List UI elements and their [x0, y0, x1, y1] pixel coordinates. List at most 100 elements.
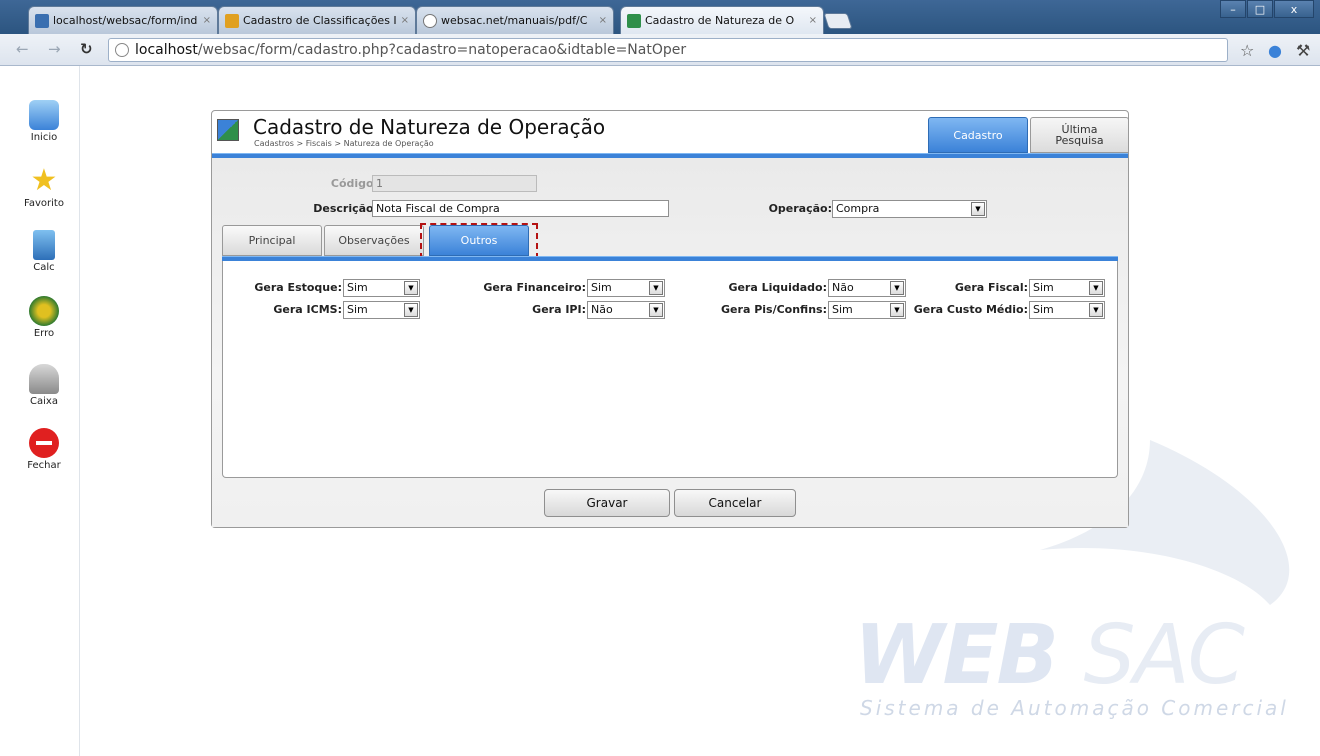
form-icon: [217, 119, 239, 143]
close-icon: [29, 428, 59, 458]
gera-estoque-label: Gera Estoque:: [254, 281, 342, 294]
reload-icon[interactable]: ↻: [80, 40, 93, 58]
maximize-button[interactable]: □: [1247, 0, 1273, 18]
codigo-label: Código:: [330, 177, 378, 190]
operacao-select[interactable]: Compra ▼: [832, 200, 987, 218]
sidebar-item-label: Inicio: [30, 132, 58, 143]
gera-estoque-value: Sim: [347, 281, 368, 294]
chevron-down-icon[interactable]: ▼: [404, 303, 418, 317]
tab-observacoes[interactable]: Observações: [324, 225, 424, 256]
chevron-down-icon[interactable]: ▼: [1089, 303, 1103, 317]
tab-close-icon[interactable]: ×: [401, 15, 409, 26]
descricao-label: Descrição:: [313, 202, 378, 215]
sidebar-item-label: Caixa: [30, 396, 58, 407]
watermark-brand-bold: WEB: [854, 608, 1059, 703]
descricao-field[interactable]: Nota Fiscal de Compra: [372, 200, 669, 217]
forward-arrow-icon[interactable]: →: [48, 40, 61, 58]
chevron-down-icon[interactable]: ▼: [890, 281, 904, 295]
gera-liquidado-label: Gera Liquidado:: [728, 281, 827, 294]
gera-financeiro-select[interactable]: Sim ▼: [587, 279, 665, 297]
codigo-field: 1: [372, 175, 537, 192]
wrench-icon[interactable]: ⚒: [1296, 41, 1310, 60]
watermark-tagline: Sistema de Automação Comercial: [860, 696, 1289, 720]
browser-tab-3[interactable]: websac.net/manuais/pdf/C ×: [416, 6, 614, 34]
globe-icon: [115, 43, 129, 57]
tab-close-icon[interactable]: ×: [203, 15, 211, 26]
tab-close-icon[interactable]: ×: [809, 15, 817, 26]
sidebar-item-erro[interactable]: Erro: [8, 296, 80, 339]
gera-financeiro-label: Gera Financeiro:: [483, 281, 586, 294]
address-bar[interactable]: localhost/websac/form/cadastro.php?cadas…: [108, 38, 1228, 62]
gera-icms-label: Gera ICMS:: [273, 303, 342, 316]
gera-liquidado-value: Não: [832, 281, 854, 294]
save-button[interactable]: Gravar: [544, 489, 670, 517]
cancel-button[interactable]: Cancelar: [674, 489, 796, 517]
gera-pis-confins-label: Gera Pis/Confins:: [721, 303, 827, 316]
chevron-down-icon[interactable]: ▼: [971, 202, 985, 216]
gera-estoque-select[interactable]: Sim ▼: [343, 279, 420, 297]
form-panel: Cadastro de Natureza de Operação Cadastr…: [211, 110, 1129, 528]
sidebar-item-label: Fechar: [27, 460, 61, 471]
bug-icon: [29, 296, 59, 326]
chevron-down-icon[interactable]: ▼: [649, 303, 663, 317]
sidebar-item-inicio[interactable]: Inicio: [8, 100, 80, 143]
chevron-down-icon[interactable]: ▼: [1089, 281, 1103, 295]
calculator-icon: [33, 230, 55, 260]
gera-ipi-select[interactable]: Não ▼: [587, 301, 665, 319]
browser-tab-label: localhost/websac/form/ind: [53, 14, 198, 27]
sidebar-item-label: Calc: [33, 262, 55, 273]
gera-liquidado-select[interactable]: Não ▼: [828, 279, 906, 297]
browser-tab-2[interactable]: Cadastro de Classificações I ×: [218, 6, 416, 34]
site-favicon-icon: [35, 13, 49, 28]
operacao-value: Compra: [836, 202, 880, 215]
sidebar-item-favorito[interactable]: ★ Favorito: [8, 163, 80, 210]
watermark-brand: WEB SAC: [854, 608, 1245, 703]
browser-tab-4-active[interactable]: Cadastro de Natureza de O ×: [620, 6, 824, 34]
watermark-brand-thin: SAC: [1083, 608, 1245, 703]
chevron-down-icon[interactable]: ▼: [404, 281, 418, 295]
bookmark-star-icon[interactable]: ☆: [1240, 41, 1254, 60]
tab-label-line2: Pesquisa: [1055, 134, 1104, 147]
home-icon: [29, 100, 59, 130]
tab-ultima-pesquisa[interactable]: Última Pesquisa: [1030, 117, 1129, 153]
mailbox-icon: [29, 364, 59, 394]
launcher-sidebar: Inicio ★ Favorito Calc Erro Caixa Fechar: [8, 66, 80, 756]
chevron-down-icon[interactable]: ▼: [649, 281, 663, 295]
extension-icon[interactable]: ●: [1268, 41, 1282, 60]
gera-custo-medio-label: Gera Custo Médio:: [913, 303, 1028, 316]
gera-fiscal-label: Gera Fiscal:: [954, 281, 1028, 294]
url-host: localhost: [135, 42, 198, 58]
url-path: /websac/form/cadastro.php?cadastro=natop…: [197, 42, 687, 58]
browser-titlebar: localhost/websac/form/ind × Cadastro de …: [0, 0, 1320, 34]
sidebar-item-calc[interactable]: Calc: [8, 230, 80, 273]
site-favicon-icon: [627, 13, 641, 28]
browser-tab-label: websac.net/manuais/pdf/C: [441, 14, 588, 27]
globe-icon: [423, 13, 437, 28]
close-window-button[interactable]: x: [1274, 0, 1314, 18]
gera-pis-confins-select[interactable]: Sim ▼: [828, 301, 906, 319]
browser-tab-label: Cadastro de Classificações I: [243, 14, 397, 27]
new-tab-button[interactable]: [823, 13, 853, 29]
minimize-button[interactable]: –: [1220, 0, 1246, 18]
gera-financeiro-value: Sim: [591, 281, 612, 294]
star-icon: ★: [30, 163, 58, 198]
gera-icms-select[interactable]: Sim ▼: [343, 301, 420, 319]
back-arrow-icon[interactable]: ←: [16, 40, 29, 58]
gera-fiscal-select[interactable]: Sim ▼: [1029, 279, 1105, 297]
tab-cadastro[interactable]: Cadastro: [928, 117, 1028, 153]
browser-tab-label: Cadastro de Natureza de O: [645, 14, 795, 27]
gera-pis-confins-value: Sim: [832, 303, 853, 316]
gera-fiscal-value: Sim: [1033, 281, 1054, 294]
browser-toolbar: ← → ↻ localhost/websac/form/cadastro.php…: [0, 34, 1320, 66]
sidebar-item-fechar[interactable]: Fechar: [8, 428, 80, 471]
sidebar-item-caixa[interactable]: Caixa: [8, 364, 80, 407]
tab-principal[interactable]: Principal: [222, 225, 322, 256]
browser-tab-1[interactable]: localhost/websac/form/ind ×: [28, 6, 218, 34]
page-title: Cadastro de Natureza de Operação: [253, 115, 606, 139]
gera-icms-value: Sim: [347, 303, 368, 316]
sidebar-item-label: Erro: [33, 328, 55, 339]
gera-ipi-value: Não: [591, 303, 613, 316]
gera-custo-medio-select[interactable]: Sim ▼: [1029, 301, 1105, 319]
tab-close-icon[interactable]: ×: [599, 15, 607, 26]
site-favicon-icon: [225, 13, 239, 28]
